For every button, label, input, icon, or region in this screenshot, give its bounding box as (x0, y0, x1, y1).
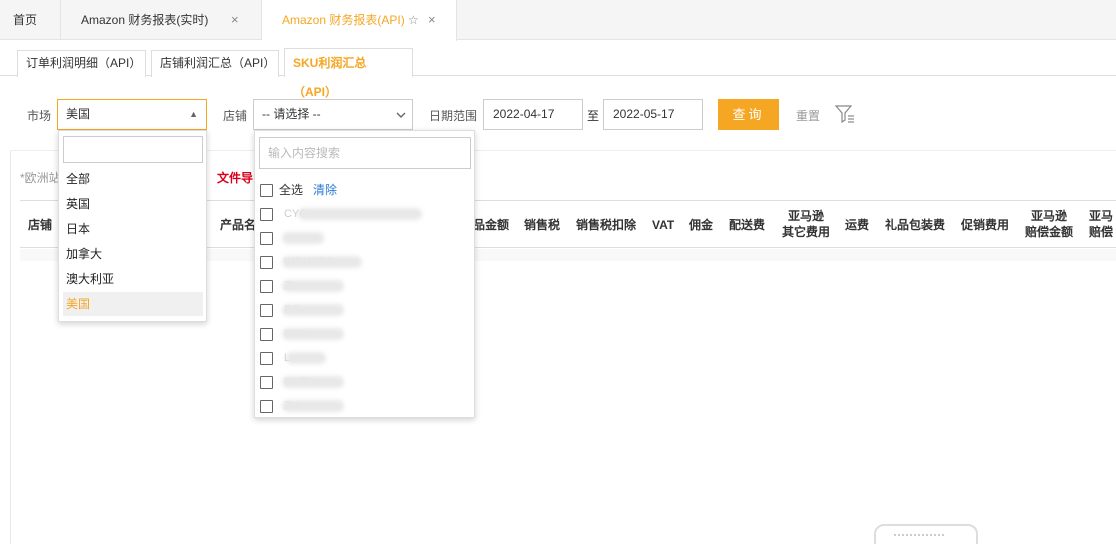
col-amazon-other-line1: 亚马逊 (788, 209, 825, 223)
market-label: 市场 (27, 109, 52, 123)
date-from-input[interactable]: 2022-04-17 (483, 99, 583, 130)
select-all-row[interactable]: 全选 清除 (260, 181, 337, 199)
europe-note: *欧洲站 (20, 171, 61, 185)
market-option-ca[interactable]: 加拿大 (63, 242, 203, 266)
checkbox[interactable] (260, 208, 273, 222)
caret-up-icon: ▲ (189, 109, 198, 119)
store-select-value: -- 请选择 -- (262, 107, 321, 121)
clear-link[interactable]: 清除 (313, 183, 337, 197)
redacted-blur (282, 328, 344, 340)
market-option-uk[interactable]: 英国 (63, 192, 203, 216)
redacted-blur (282, 400, 344, 412)
tab-label: Amazon 财务报表(实时) (81, 13, 209, 27)
col-store: 店铺 (28, 218, 53, 232)
tab-home[interactable]: 首页 (0, 0, 61, 40)
col-vat: VAT (652, 218, 675, 232)
reset-button[interactable]: 重置 (796, 107, 820, 124)
market-option-jp[interactable]: 日本 (63, 217, 203, 241)
tab-home-label: 首页 (13, 13, 38, 27)
chevron-down-icon (396, 100, 406, 129)
store-option[interactable]: OYRY (260, 373, 460, 391)
col-amount: 品金额 (473, 218, 510, 232)
redacted-blur (298, 208, 422, 220)
checkbox[interactable] (260, 328, 273, 342)
close-icon[interactable]: × (428, 0, 436, 40)
date-range-label: 日期范围 (429, 109, 478, 123)
col-compensation-line1: 亚马逊 (1031, 209, 1068, 223)
close-icon[interactable]: × (231, 0, 239, 40)
sub-tab-bar: 订单利润明细（API） 店铺利润汇总（API） SKU利润汇总（API） (0, 48, 1116, 99)
col-commission: 佣金 (689, 218, 714, 232)
store-option[interactable]: Zh (260, 277, 460, 295)
redacted-blur (286, 352, 326, 364)
star-icon[interactable]: ☆ (408, 0, 419, 40)
store-search-input[interactable] (259, 137, 471, 169)
filter-icon[interactable] (834, 103, 856, 125)
floating-widget-dots (894, 534, 944, 536)
col-amazon-other: 亚马逊 其它费用 (782, 208, 830, 240)
col-compensation: 亚马逊 赔偿金额 (1025, 208, 1073, 240)
subtab-sku-profit[interactable]: SKU利润汇总（API） (284, 48, 413, 99)
store-option[interactable]: L (260, 349, 460, 367)
col-amazon-other-line2: 其它费用 (782, 225, 831, 239)
store-option[interactable] (260, 229, 460, 247)
col-delivery: 配送费 (729, 218, 766, 232)
col-promo: 促销费用 (961, 218, 1010, 232)
checkbox[interactable] (260, 352, 273, 366)
tab-amazon-finance-realtime[interactable]: Amazon 财务报表(实时) × (61, 0, 262, 40)
tab-label: Amazon 财务报表(API) (282, 13, 405, 27)
store-label: 店铺 (223, 109, 248, 123)
market-search-input[interactable] (63, 136, 203, 163)
store-option[interactable]: WGNSTO (260, 253, 460, 271)
checkbox[interactable] (260, 376, 273, 390)
redacted-blur (282, 304, 344, 316)
col-compensation-2-line2: 赔偿 (1089, 225, 1114, 239)
date-to-separator: 至 (587, 109, 600, 123)
market-dropdown: 全部 英国 日本 加拿大 澳大利亚 美国 (58, 130, 207, 322)
subtab-store-profit[interactable]: 店铺利润汇总（API） (151, 50, 279, 77)
checkbox[interactable] (260, 304, 273, 318)
select-all-label: 全选 (279, 183, 304, 197)
col-compensation-2-line1: 亚马 (1089, 209, 1114, 223)
checkbox[interactable] (260, 280, 273, 294)
col-shipping: 运费 (845, 218, 870, 232)
col-product: 产品名 (220, 218, 257, 232)
date-to-input[interactable]: 2022-05-17 (603, 99, 703, 130)
store-select[interactable]: -- 请选择 -- (253, 99, 413, 130)
query-button[interactable]: 查询 (718, 99, 779, 130)
checkbox[interactable] (260, 232, 273, 246)
market-select-value: 美国 (66, 107, 91, 121)
subtab-order-profit[interactable]: 订单利润明细（API） (17, 50, 146, 77)
col-compensation-2: 亚马 赔偿 (1089, 208, 1113, 240)
market-option-au[interactable]: 澳大利亚 (63, 267, 203, 291)
col-gift-wrap: 礼品包装费 (885, 218, 946, 232)
checkbox[interactable] (260, 400, 273, 414)
store-option[interactable]: OHH (260, 325, 460, 343)
export-link[interactable]: 文件导 (217, 169, 253, 186)
redacted-blur (282, 280, 344, 292)
checkbox[interactable] (260, 184, 273, 198)
tab-amazon-finance-api[interactable]: Amazon 财务报表(API) ☆ × (262, 0, 457, 41)
col-sales-tax: 销售税 (524, 218, 561, 232)
redacted-blur (282, 376, 344, 388)
store-option[interactable]: RE (260, 301, 460, 319)
store-option[interactable]: CYC (260, 205, 460, 223)
market-select[interactable]: 美国 ▲ (57, 99, 207, 130)
market-option-all[interactable]: 全部 (63, 167, 203, 191)
checkbox[interactable] (260, 256, 273, 270)
col-compensation-line2: 赔偿金额 (1025, 225, 1074, 239)
col-tax-deduct: 销售税扣除 (576, 218, 637, 232)
redacted-blur (282, 256, 362, 268)
store-option[interactable]: ZH (260, 397, 460, 415)
top-tab-bar: 首页 Amazon 财务报表(实时) × Amazon 财务报表(API) ☆ … (0, 0, 1116, 41)
store-dropdown: 全选清除 CYC WGNSTO Zh RE OHH L OYRY ZH (254, 130, 475, 418)
redacted-blur (282, 232, 324, 244)
market-option-us[interactable]: 美国 (63, 292, 203, 316)
